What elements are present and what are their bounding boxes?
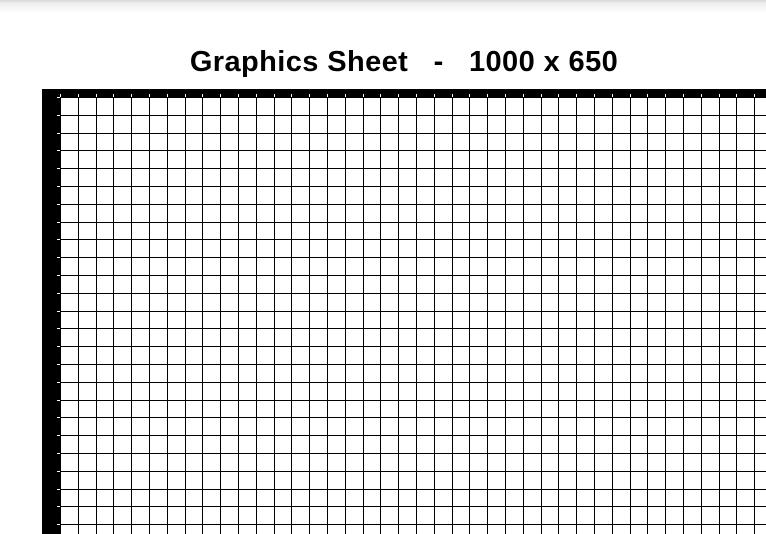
title-size: 1000 x 650	[469, 46, 619, 78]
title-separator: -	[433, 46, 444, 78]
grid-lines	[42, 89, 766, 534]
window-top-edge	[0, 0, 766, 14]
page: Graphics Sheet - 1000 x 650	[0, 0, 766, 534]
page-title: Graphics Sheet - 1000 x 650	[0, 40, 766, 84]
top-border-bar	[42, 89, 766, 97]
grid-sheet	[42, 89, 766, 534]
title-name: Graphics Sheet	[189, 46, 409, 78]
